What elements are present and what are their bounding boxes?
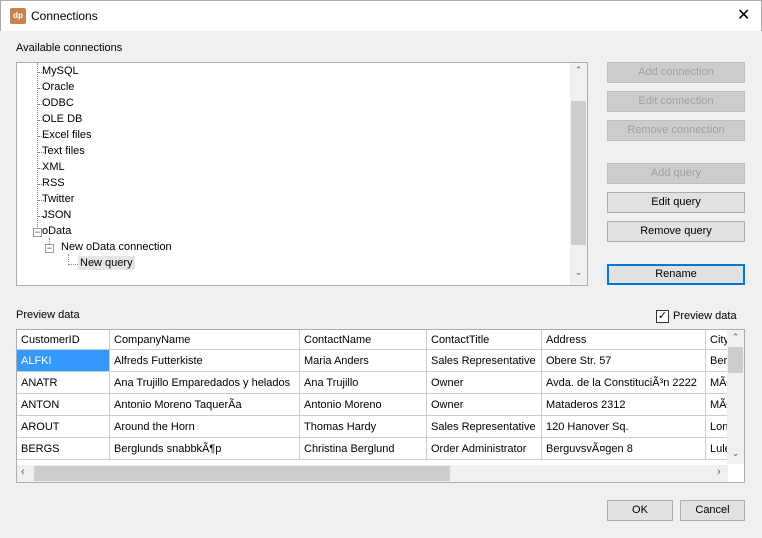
scroll-right-icon[interactable]: › xyxy=(717,466,721,478)
column-header[interactable]: ContactName xyxy=(300,330,427,350)
table-row-id[interactable]: ALFKI xyxy=(17,350,110,372)
title-bar: dp Connections ✕ xyxy=(0,0,762,31)
tree-item-ole-db[interactable]: OLE DB xyxy=(42,113,82,125)
scroll-up-icon[interactable]: ⌃ xyxy=(727,332,744,343)
tree-scrollbar[interactable]: ⌃ ⌄ xyxy=(570,63,587,285)
column-header[interactable]: CompanyName xyxy=(110,330,300,350)
preview-data-label: Preview data xyxy=(16,309,80,321)
table-cell[interactable]: Owner xyxy=(427,394,542,416)
add-query-button[interactable]: Add query xyxy=(607,163,745,184)
table-row-id[interactable]: BERGS xyxy=(17,438,110,460)
tree-item-excel-files[interactable]: Excel files xyxy=(42,129,92,141)
scroll-thumb[interactable] xyxy=(34,466,450,481)
table-row-id[interactable]: AROUT xyxy=(17,416,110,438)
table-cell[interactable]: Avda. de la ConstituciÃ³n 2222 xyxy=(542,372,706,394)
grid-vertical-scrollbar[interactable]: ⌃ ⌄ xyxy=(727,330,744,464)
table-cell[interactable]: Mataderos 2312 xyxy=(542,394,706,416)
tree-item-xml[interactable]: XML xyxy=(42,161,65,173)
preview-grid[interactable]: CustomerID CompanyName ContactName ContactT… xyxy=(16,329,745,483)
scroll-down-icon[interactable]: ⌄ xyxy=(727,448,744,459)
ok-button[interactable]: OK xyxy=(607,500,673,521)
column-header[interactable]: Address xyxy=(542,330,706,350)
tree-connector xyxy=(68,254,69,262)
table-cell[interactable]: Thomas Hardy xyxy=(300,416,427,438)
table-cell[interactable]: Sales Representative xyxy=(427,416,542,438)
table-cell[interactable]: Maria Anders xyxy=(300,350,427,372)
table-cell[interactable]: Obere Str. 57 xyxy=(542,350,706,372)
tree-item-json[interactable]: JSON xyxy=(42,209,71,221)
table-cell[interactable]: 120 Hanover Sq. xyxy=(542,416,706,438)
close-icon[interactable]: ✕ xyxy=(737,5,750,25)
edit-connection-button[interactable]: Edit connection xyxy=(607,91,745,112)
scroll-left-icon[interactable]: ‹ xyxy=(21,466,25,478)
scroll-thumb[interactable] xyxy=(571,101,586,245)
column-header[interactable]: CustomerID xyxy=(17,330,110,350)
column-header[interactable]: ContactTitle xyxy=(427,330,542,350)
table-row-id[interactable]: ANATR xyxy=(17,372,110,394)
tree-item-twitter[interactable]: Twitter xyxy=(42,193,74,205)
remove-query-button[interactable]: Remove query xyxy=(607,221,745,242)
tree-item-mysql[interactable]: MySQL xyxy=(42,65,79,77)
table-cell[interactable]: Sales Representative xyxy=(427,350,542,372)
table-cell[interactable]: Alfreds Futterkiste xyxy=(110,350,300,372)
collapse-icon[interactable]: − xyxy=(33,228,42,237)
available-connections-label: Available connections xyxy=(16,42,123,54)
connections-tree[interactable]: MySQL Oracle ODBC OLE DB Excel files Text fil… xyxy=(16,62,588,286)
table-cell[interactable]: Antonio Moreno xyxy=(300,394,427,416)
table-cell[interactable]: Christina Berglund xyxy=(300,438,427,460)
grid-horizontal-scrollbar[interactable]: ‹ › xyxy=(17,465,728,482)
cancel-button[interactable]: Cancel xyxy=(680,500,745,521)
edit-query-button[interactable]: Edit query xyxy=(607,192,745,213)
table-cell[interactable]: Around the Horn xyxy=(110,416,300,438)
app-logo-icon: dp xyxy=(10,8,26,24)
remove-connection-button[interactable]: Remove connection xyxy=(607,120,745,141)
table-row-id[interactable]: ANTON xyxy=(17,394,110,416)
tree-item-new-query[interactable]: New query xyxy=(78,256,135,270)
table-cell[interactable]: Ana Trujillo Emparedados y helados xyxy=(110,372,300,394)
tree-item-rss[interactable]: RSS xyxy=(42,177,65,189)
tree-item-text-files[interactable]: Text files xyxy=(42,145,85,157)
collapse-icon[interactable]: − xyxy=(45,244,54,253)
scroll-up-icon[interactable]: ⌃ xyxy=(570,65,587,76)
tree-item-new-odata-connection[interactable]: New oData connection xyxy=(61,241,172,253)
rename-button[interactable]: Rename xyxy=(607,264,745,285)
table-cell[interactable]: Antonio Moreno TaquerÃ­a xyxy=(110,394,300,416)
scroll-thumb[interactable] xyxy=(728,347,743,373)
preview-data-checkbox-label: Preview data xyxy=(673,310,737,322)
tree-connector xyxy=(68,264,78,265)
tree-item-odbc[interactable]: ODBC xyxy=(42,97,74,109)
table-cell[interactable]: BerguvsvÃ¤gen 8 xyxy=(542,438,706,460)
table-cell[interactable]: Berglunds snabbkÃ¶p xyxy=(110,438,300,460)
scroll-down-icon[interactable]: ⌄ xyxy=(570,267,587,278)
preview-data-checkbox[interactable]: ✓ xyxy=(656,310,669,323)
window-title: Connections xyxy=(31,9,98,23)
add-connection-button[interactable]: Add connection xyxy=(607,62,745,83)
tree-item-oracle[interactable]: Oracle xyxy=(42,81,74,93)
table-cell[interactable]: Ana Trujillo xyxy=(300,372,427,394)
tree-item-odata[interactable]: oData xyxy=(42,225,71,237)
table-cell[interactable]: Order Administrator xyxy=(427,438,542,460)
table-cell[interactable]: Owner xyxy=(427,372,542,394)
